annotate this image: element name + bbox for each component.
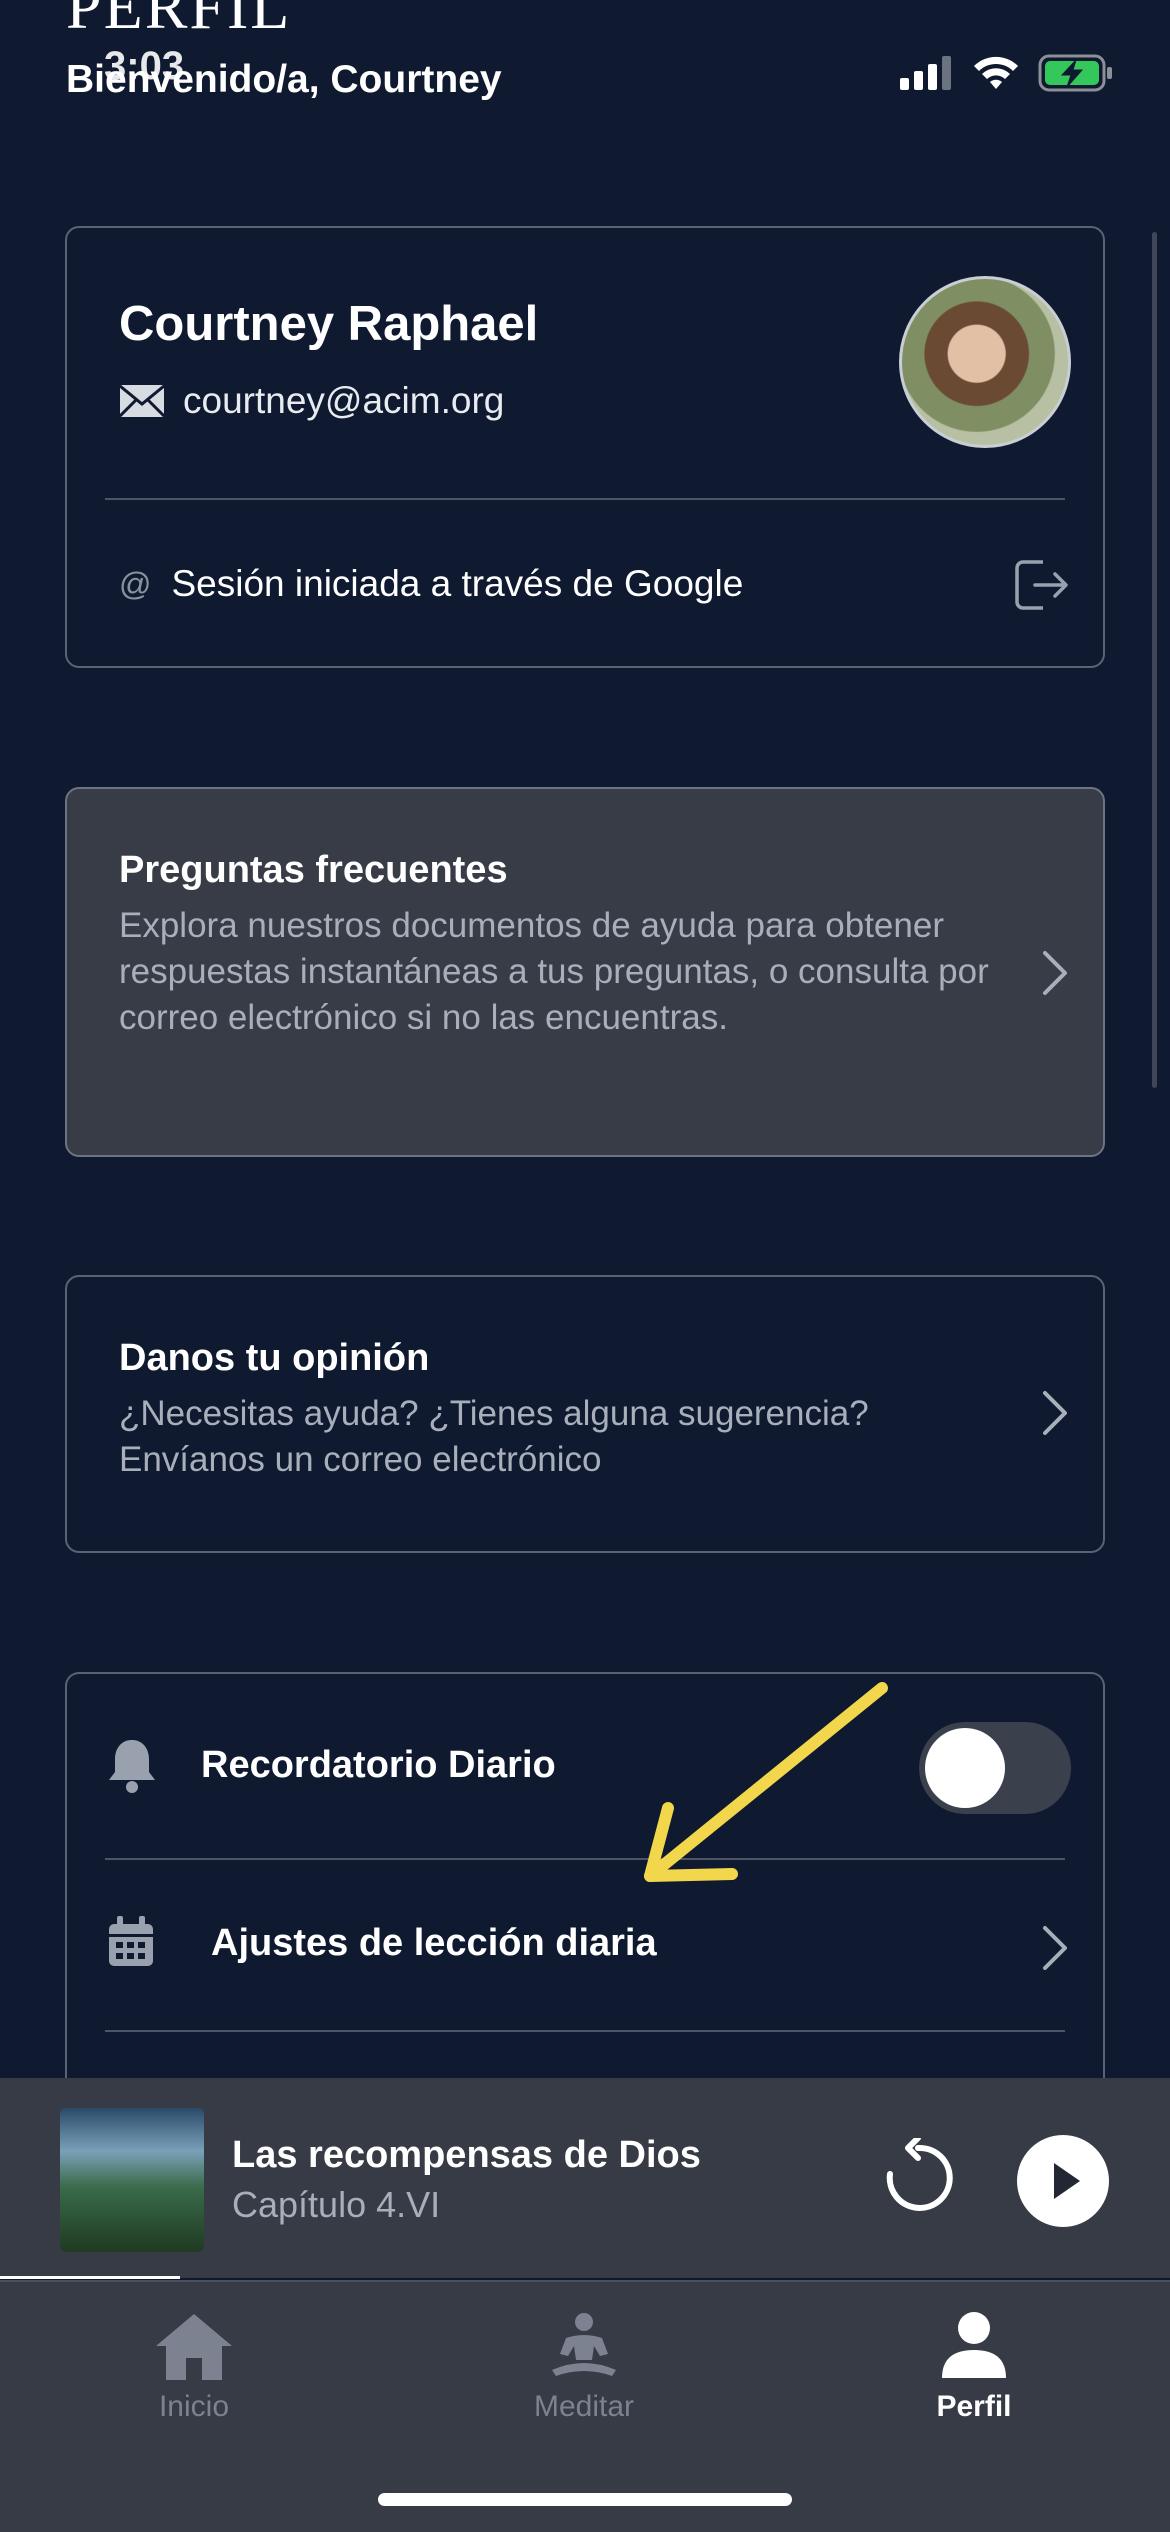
mini-player[interactable]: Las recompensas de Dios Capítulo 4.VI	[0, 2078, 1170, 2279]
chevron-right-icon	[1043, 1926, 1067, 1970]
daily-reminder-label: Recordatorio Diario	[201, 1744, 556, 1786]
logout-icon[interactable]	[1013, 558, 1071, 612]
divider	[105, 2030, 1065, 2032]
tab-label: Perfil	[936, 2390, 1012, 2423]
cellular-signal-icon	[900, 56, 951, 90]
annotation-arrow-icon	[644, 1682, 888, 1882]
tab-meditar[interactable]: Meditar	[484, 2310, 684, 2424]
daily-reminder-toggle[interactable]	[919, 1722, 1071, 1814]
profile-name: Courtney Raphael	[119, 297, 539, 351]
profile-card: Courtney Raphael courtney@acim.org @ Ses…	[65, 226, 1105, 668]
daily-lesson-settings-label: Ajustes de lección diaria	[211, 1922, 657, 1964]
status-time: 3:03	[104, 44, 185, 88]
tab-label: Meditar	[533, 2390, 635, 2423]
page-title: PERFIL	[66, 0, 292, 42]
player-artwork	[60, 2108, 204, 2252]
mail-icon	[119, 384, 165, 418]
tab-inicio[interactable]: Inicio	[94, 2310, 294, 2424]
bell-icon	[109, 1740, 155, 1793]
chevron-right-icon	[1043, 1391, 1067, 1435]
playback-progress	[0, 2276, 180, 2279]
tab-perfil[interactable]: Perfil	[874, 2310, 1074, 2424]
status-icons	[900, 54, 1114, 92]
player-title: Las recompensas de Dios	[232, 2134, 701, 2176]
tab-label: Inicio	[158, 2390, 230, 2423]
person-icon	[942, 2312, 1006, 2378]
chevron-right-icon	[1043, 951, 1067, 995]
meditate-icon	[552, 2313, 616, 2376]
feedback-description: ¿Necesitas ayuda? ¿Tienes alguna sugeren…	[119, 1394, 869, 1479]
player-subtitle: Capítulo 4.VI	[232, 2184, 441, 2225]
feedback-title: Danos tu opinión	[119, 1337, 430, 1379]
daily-lesson-settings-row[interactable]: Ajustes de lección diaria	[67, 1860, 1103, 2030]
at-icon: @	[119, 565, 152, 602]
divider	[105, 498, 1065, 500]
feedback-card[interactable]: Danos tu opinión ¿Necesitas ayuda? ¿Tien…	[65, 1275, 1105, 1553]
email-row: courtney@acim.org	[119, 380, 504, 422]
avatar[interactable]	[899, 276, 1071, 448]
play-button[interactable]	[1016, 2134, 1110, 2228]
scrollbar[interactable]	[1152, 232, 1157, 1088]
home-indicator	[378, 2493, 792, 2506]
toggle-knob	[925, 1728, 1005, 1808]
calendar-icon	[109, 1916, 153, 1966]
sign-in-method-text: Sesión iniciada a través de Google	[171, 563, 744, 604]
battery-charging-icon	[1038, 54, 1112, 92]
profile-email: courtney@acim.org	[183, 380, 505, 421]
sign-in-method-row: @ Sesión iniciada a través de Google	[119, 563, 743, 605]
faq-card[interactable]: Preguntas frecuentes Explora nuestros do…	[65, 787, 1105, 1157]
replay-icon[interactable]	[880, 2138, 956, 2218]
faq-description: Explora nuestros documentos de ayuda par…	[119, 906, 989, 1037]
wifi-icon	[974, 56, 1018, 89]
faq-title: Preguntas frecuentes	[119, 849, 508, 891]
home-icon	[156, 2314, 232, 2380]
